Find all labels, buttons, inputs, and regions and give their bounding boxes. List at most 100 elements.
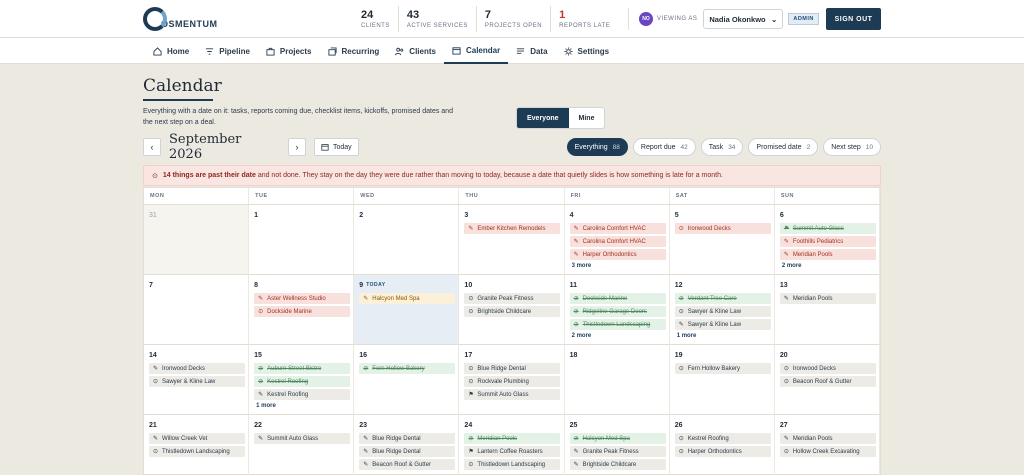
calendar-event[interactable]: ⊙ Beacon Roof & Gutter bbox=[779, 376, 876, 387]
calendar-event[interactable]: ⊘ Ridgeline Garage Doors bbox=[569, 306, 666, 317]
next-month-button[interactable]: › bbox=[288, 138, 306, 156]
day-cell[interactable]: 22 ✎ Summit Auto Glass bbox=[249, 415, 355, 475]
more-events-link[interactable]: 2 more bbox=[570, 333, 666, 339]
stat-projects-open[interactable]: 7 PROJECTS OPEN bbox=[475, 6, 550, 32]
calendar-event[interactable]: ⊙ Thistledown Landscaping bbox=[149, 446, 245, 457]
filter-task[interactable]: Task 34 bbox=[700, 138, 744, 156]
filter-report-due[interactable]: Report due 42 bbox=[632, 138, 696, 156]
stat-reports-late[interactable]: 1 REPORTS LATE bbox=[550, 6, 618, 32]
day-cell[interactable]: 15 ⊘ Auburn Street Bistro ⊘ Kestrel Roofing ✎… bbox=[249, 345, 355, 415]
calendar-event[interactable]: ⊙ Thistledown Landscaping bbox=[464, 459, 561, 470]
filter-next-step[interactable]: Next step 10 bbox=[823, 138, 881, 156]
today-button[interactable]: Today bbox=[314, 138, 359, 156]
viewing-as-select[interactable]: Nadia Okonkwo ⌄ bbox=[703, 9, 784, 29]
calendar-event[interactable]: ⊘ Thistledown Landscaping bbox=[569, 319, 666, 330]
day-cell[interactable]: 7 bbox=[144, 275, 250, 345]
calendar-event[interactable]: ✎ Kestrel Roofing bbox=[254, 389, 351, 400]
day-cell[interactable]: 11 ⊘ Dockside Marine ⊘ Ridgeline Garage Door… bbox=[564, 275, 670, 345]
calendar-event[interactable]: ⊙ Kestrel Roofing bbox=[674, 433, 771, 444]
calendar-event[interactable]: ✎ Ember Kitchen Remodels bbox=[464, 223, 561, 234]
nav-pipeline[interactable]: Pipeline bbox=[197, 38, 258, 64]
day-cell[interactable]: 10 ⊙ Granite Peak Fitness ⊙ Brightside Child… bbox=[459, 275, 565, 345]
calendar-event[interactable]: ✎ Foothills Pediatrics bbox=[779, 236, 876, 247]
calendar-event[interactable]: ✎ Sawyer & Kline Law bbox=[674, 319, 771, 330]
nav-settings[interactable]: Settings bbox=[556, 38, 618, 64]
prev-month-button[interactable]: ‹ bbox=[143, 138, 161, 156]
more-events-link[interactable]: 2 more bbox=[780, 263, 876, 269]
day-cell[interactable]: 19 ⊙ Fern Hollow Bakery bbox=[669, 345, 775, 415]
calendar-event[interactable]: ⊙ Blue Ridge Dental bbox=[464, 363, 561, 374]
day-cell[interactable]: 17 ⊙ Blue Ridge Dental ⊙ Rockvale Plumbing ⚑ S… bbox=[459, 345, 565, 415]
nav-data[interactable]: Data bbox=[508, 38, 555, 64]
day-cell[interactable]: 13 ✎ Meridian Pools bbox=[774, 275, 880, 345]
day-cell[interactable]: 2 bbox=[354, 205, 460, 275]
day-cell[interactable]: 1 bbox=[249, 205, 355, 275]
calendar-event[interactable]: ✎ Brightside Childcare bbox=[569, 459, 666, 470]
day-cell[interactable]: 26 ⊙ Kestrel Roofing ⊙ Harper Orthodontics bbox=[670, 415, 775, 475]
sign-out-button[interactable]: SIGN OUT bbox=[826, 8, 881, 30]
calendar-event[interactable]: ⊙ Granite Peak Fitness bbox=[464, 293, 561, 304]
stat-clients[interactable]: 24 CLIENTS bbox=[353, 6, 398, 32]
day-cell[interactable]: 21 ✎ Willow Creek Vet ⊙ Thistledown Landscap… bbox=[144, 415, 250, 475]
calendar-event[interactable]: ✎ Meridian Pools bbox=[779, 433, 876, 444]
calendar-event[interactable]: ⊘ Dockside Marine bbox=[569, 293, 666, 304]
day-cell[interactable]: 31 bbox=[144, 205, 250, 275]
calendar-event[interactable]: ⊘ Verdant Tree Care bbox=[674, 293, 771, 304]
calendar-event[interactable]: ✎ Blue Ridge Dental bbox=[359, 433, 456, 444]
filter-everything[interactable]: Everything 88 bbox=[566, 138, 628, 156]
scope-everyone-button[interactable]: Everyone bbox=[517, 108, 569, 128]
calendar-event[interactable]: ⊘ Kestrel Roofing bbox=[254, 376, 351, 387]
calendar-event[interactable]: ✎ Meridian Pools bbox=[779, 293, 876, 304]
day-cell[interactable]: 12 ⊘ Verdant Tree Care ⊙ Sawyer & Kline Law ✎… bbox=[669, 275, 775, 345]
calendar-event[interactable]: ✎ Summit Auto Glass bbox=[254, 433, 351, 444]
calendar-event[interactable]: ✎ Carolina Comfort HVAC bbox=[569, 223, 666, 234]
calendar-event[interactable]: ⊙ Sawyer & Kline Law bbox=[674, 306, 771, 317]
day-cell[interactable]: 8 ✎ Aster Wellness Studio ⊙ Dockside Marine bbox=[249, 275, 355, 345]
day-cell[interactable]: 4 ✎ Carolina Comfort HVAC ✎ Carolina Comfort… bbox=[564, 205, 670, 275]
calendar-event[interactable]: ⊘ Auburn Street Bistro bbox=[254, 363, 351, 374]
more-events-link[interactable]: 3 more bbox=[570, 263, 666, 269]
calendar-event[interactable]: ⊙ Brightside Childcare bbox=[464, 306, 561, 317]
calendar-event[interactable]: ⊙ Ironwood Decks bbox=[779, 363, 876, 374]
day-cell[interactable]: 18 bbox=[564, 345, 670, 415]
calendar-event[interactable]: ✎ Harper Orthodontics bbox=[569, 249, 666, 260]
more-events-link[interactable]: 1 more bbox=[254, 403, 350, 409]
calendar-event[interactable]: ⚑ Summit Auto Glass bbox=[779, 223, 876, 234]
calendar-event[interactable]: ✎ Granite Peak Fitness bbox=[569, 446, 666, 457]
day-cell[interactable]: 23 ✎ Blue Ridge Dental ✎ Blue Ridge Dental ✎ B… bbox=[354, 415, 460, 475]
day-cell[interactable]: 9 TODAY ✎ Halcyon Med Spa bbox=[354, 275, 460, 345]
calendar-event[interactable]: ✎ Carolina Comfort HVAC bbox=[569, 236, 666, 247]
nav-recurring[interactable]: Recurring bbox=[320, 38, 388, 64]
day-cell[interactable]: 14 ✎ Ironwood Decks ⊙ Sawyer & Kline Law bbox=[144, 345, 250, 415]
calendar-event[interactable]: ⊙ Ironwood Decks bbox=[674, 223, 771, 234]
calendar-event[interactable]: ⊘ Fern Hollow Bakery bbox=[359, 363, 456, 374]
day-cell[interactable]: 16 ⊘ Fern Hollow Bakery bbox=[354, 345, 460, 415]
filter-promised-date[interactable]: Promised date 2 bbox=[748, 138, 819, 156]
calendar-event[interactable]: ⊙ Sawyer & Kline Law bbox=[149, 376, 245, 387]
nav-calendar[interactable]: Calendar bbox=[443, 38, 509, 64]
calendar-event[interactable]: ✎ Halcyon Med Spa bbox=[359, 293, 456, 304]
calendar-event[interactable]: ⊙ Dockside Marine bbox=[254, 306, 351, 317]
calendar-event[interactable]: ⚑ Summit Auto Glass bbox=[464, 389, 561, 400]
calendar-event[interactable]: ✎ Meridian Pools bbox=[779, 249, 876, 260]
nav-projects[interactable]: Projects bbox=[258, 38, 320, 64]
calendar-event[interactable]: ✎ Aster Wellness Studio bbox=[254, 293, 351, 304]
calendar-event[interactable]: ⚑ Lantern Coffee Roasters bbox=[464, 446, 561, 457]
day-cell[interactable]: 3 ✎ Ember Kitchen Remodels bbox=[459, 205, 565, 275]
calendar-event[interactable]: ✎ Willow Creek Vet bbox=[149, 433, 245, 444]
day-cell[interactable]: 5 ⊙ Ironwood Decks bbox=[669, 205, 775, 275]
brand-logo[interactable]: OSMENTUM bbox=[143, 6, 218, 32]
calendar-event[interactable]: ⊙ Fern Hollow Bakery bbox=[674, 363, 771, 374]
stat-active-services[interactable]: 43 ACTIVE SERVICES bbox=[397, 6, 476, 32]
calendar-event[interactable]: ⊙ Hollow Creek Excavating bbox=[779, 446, 876, 457]
day-cell[interactable]: 27 ✎ Meridian Pools ⊙ Hollow Creek Excavatin… bbox=[775, 415, 880, 475]
nav-home[interactable]: Home bbox=[145, 38, 197, 64]
day-cell[interactable]: 24 ⊘ Meridian Pools ⚑ Lantern Coffee Roaster… bbox=[459, 415, 565, 475]
calendar-event[interactable]: ⊘ Halcyon Med Spa bbox=[569, 433, 666, 444]
day-cell[interactable]: 20 ⊙ Ironwood Decks ⊙ Beacon Roof & Gutter bbox=[774, 345, 880, 415]
calendar-event[interactable]: ✎ Blue Ridge Dental bbox=[359, 446, 456, 457]
calendar-event[interactable]: ⊙ Harper Orthodontics bbox=[674, 446, 771, 457]
calendar-event[interactable]: ⊙ Rockvale Plumbing bbox=[464, 376, 561, 387]
scope-mine-button[interactable]: Mine bbox=[569, 108, 605, 128]
day-cell[interactable]: 6 ⚑ Summit Auto Glass ✎ Foothills Pediatrics… bbox=[774, 205, 880, 275]
